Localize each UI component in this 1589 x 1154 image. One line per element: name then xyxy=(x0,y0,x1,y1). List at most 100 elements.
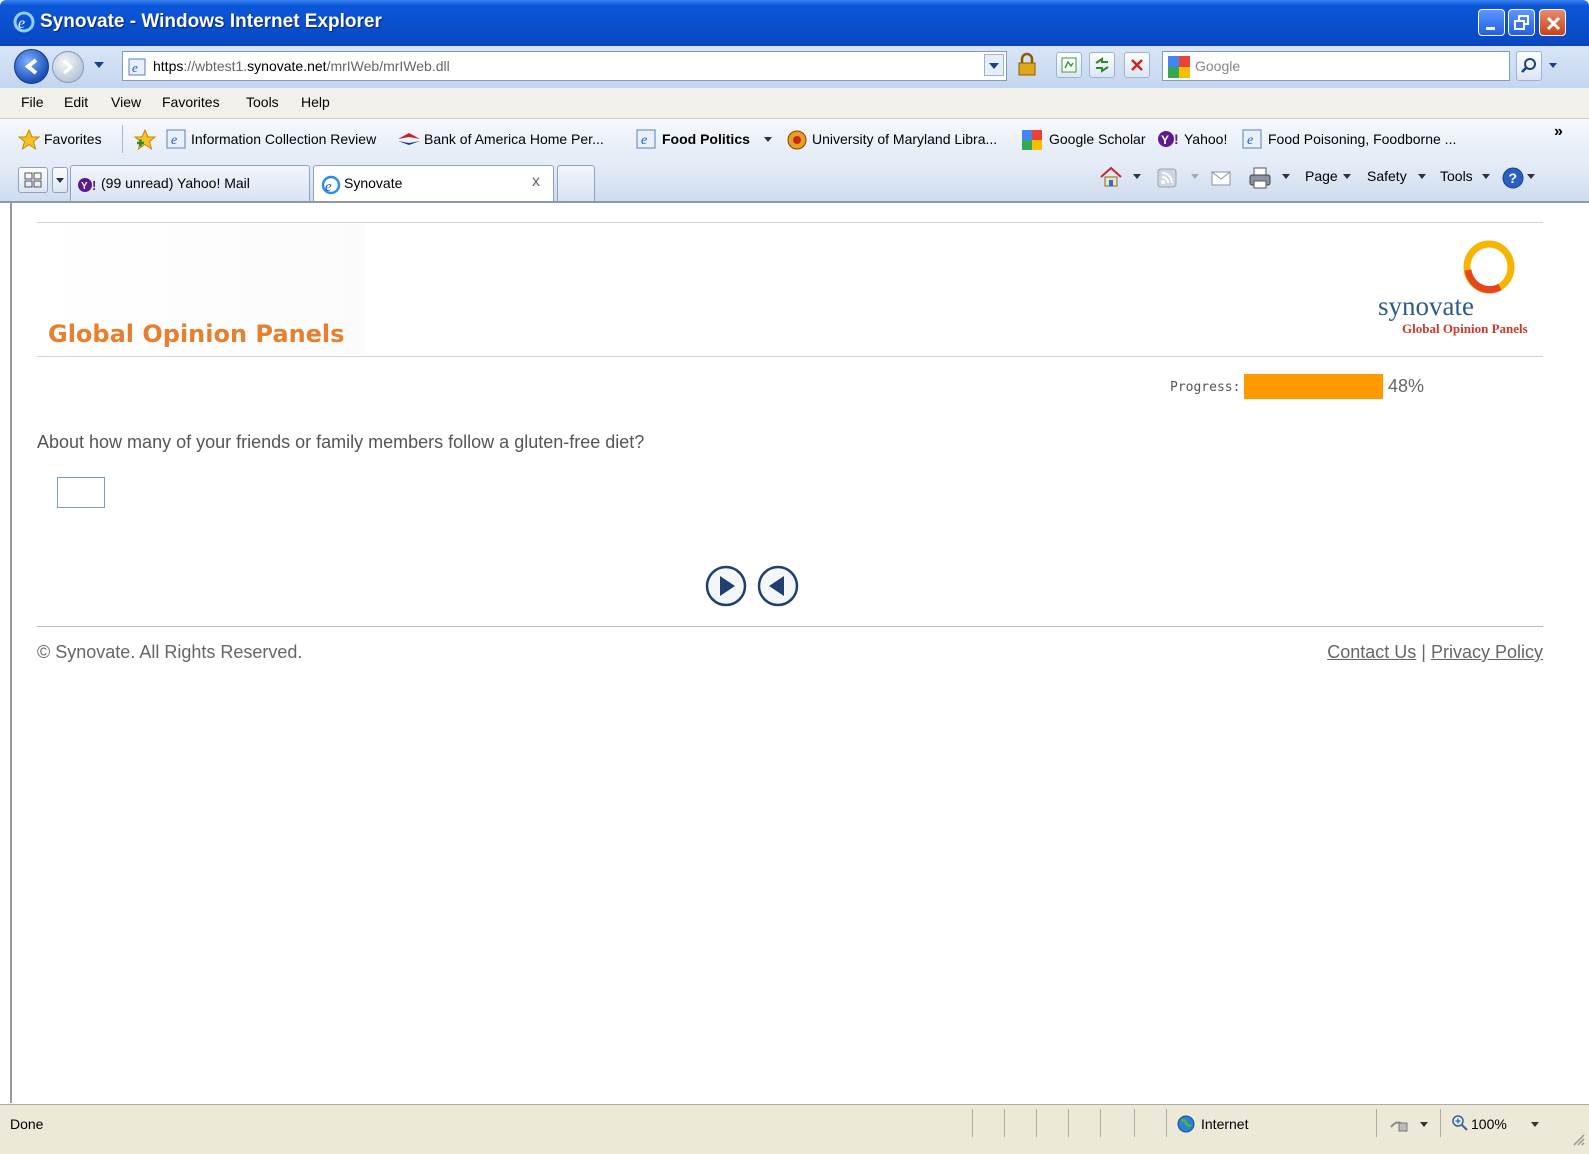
close-icon xyxy=(1546,16,1561,31)
new-tab-button[interactable] xyxy=(557,165,595,201)
tab-synovate[interactable]: e Synovate x xyxy=(313,165,554,201)
chevron-down-icon[interactable] xyxy=(1342,173,1352,181)
menu-bar: File Edit View Favorites Tools Help xyxy=(0,88,1589,119)
zoom-level[interactable]: 100% xyxy=(1471,1116,1507,1132)
chevron-down-icon[interactable] xyxy=(763,136,773,144)
recent-pages-dropdown-icon[interactable] xyxy=(92,60,106,70)
search-options-dropdown-icon[interactable] xyxy=(1546,60,1560,70)
footer-separator: | xyxy=(1421,642,1426,662)
chevron-down-icon[interactable] xyxy=(1526,173,1536,181)
arrow-left-circle-icon xyxy=(757,565,799,607)
tab-list-button[interactable] xyxy=(52,167,68,193)
mail-icon[interactable] xyxy=(1210,167,1232,189)
tools-menu-button[interactable]: Tools xyxy=(1440,168,1473,184)
header-top-rule xyxy=(37,222,1543,223)
stop-button[interactable] xyxy=(1124,52,1150,78)
chevron-down-icon[interactable] xyxy=(1530,1121,1540,1129)
home-icon[interactable] xyxy=(1098,165,1124,189)
status-divider xyxy=(972,1109,973,1137)
svg-text:e: e xyxy=(325,179,332,195)
ie-page-icon: e xyxy=(1242,129,1262,149)
footer-copyright: © Synovate. All Rights Reserved. xyxy=(37,642,303,662)
zoom-icon xyxy=(1452,1115,1468,1131)
resize-grip-icon[interactable] xyxy=(1572,1133,1586,1147)
tab-label: Synovate xyxy=(344,175,403,191)
refresh-icon xyxy=(1095,57,1109,73)
fav-link-yahoo[interactable]: Yahoo! xyxy=(1184,131,1227,147)
page-icon: e xyxy=(128,58,146,76)
favorites-star-icon xyxy=(18,129,40,151)
safety-menu-button[interactable]: Safety xyxy=(1367,168,1407,184)
compatibility-view-button[interactable] xyxy=(1056,52,1082,78)
lock-icon[interactable] xyxy=(1014,52,1040,78)
security-zone-text[interactable]: Internet xyxy=(1201,1116,1248,1132)
print-icon[interactable] xyxy=(1247,165,1273,191)
back-button[interactable] xyxy=(14,49,49,84)
previous-button[interactable] xyxy=(757,565,799,607)
next-button[interactable] xyxy=(705,565,747,607)
menu-help[interactable]: Help xyxy=(301,94,330,110)
tab-close-icon[interactable]: x xyxy=(532,173,540,191)
forward-button[interactable] xyxy=(52,51,84,83)
chevron-down-icon[interactable] xyxy=(1481,173,1491,181)
chevron-down-icon[interactable] xyxy=(1132,173,1142,181)
feeds-icon[interactable] xyxy=(1156,167,1178,189)
address-field[interactable]: e https://wbtest1.synovate.net/mrIWeb/mr… xyxy=(122,51,1007,81)
fav-link-bank-of-america[interactable]: Bank of America Home Per... xyxy=(424,131,604,147)
favorites-overflow-chevron[interactable]: » xyxy=(1554,123,1563,141)
fav-link-university-of-maryland[interactable]: University of Maryland Libra... xyxy=(812,131,997,147)
status-text: Done xyxy=(10,1116,44,1132)
fav-link-information-collection-review[interactable]: Information Collection Review xyxy=(191,131,376,147)
minimize-button[interactable] xyxy=(1478,9,1505,36)
fav-link-food-poisoning[interactable]: Food Poisoning, Foodborne ... xyxy=(1268,131,1456,147)
svg-text:e: e xyxy=(171,133,177,148)
arrow-left-icon xyxy=(24,58,38,75)
address-dropdown-icon[interactable] xyxy=(984,54,1004,76)
status-divider xyxy=(1440,1109,1441,1137)
chevron-down-icon[interactable] xyxy=(1190,173,1200,181)
help-icon[interactable]: ? xyxy=(1500,165,1526,191)
minimize-icon xyxy=(1486,27,1495,30)
fav-link-food-politics[interactable]: Food Politics xyxy=(662,131,750,147)
menu-edit[interactable]: Edit xyxy=(64,94,88,110)
google-search-icon xyxy=(1168,56,1190,78)
search-input[interactable]: Google xyxy=(1162,51,1510,81)
protected-mode-icon[interactable] xyxy=(1388,1115,1414,1133)
search-go-button[interactable] xyxy=(1516,51,1542,81)
add-to-favorites-icon[interactable] xyxy=(134,129,156,151)
menu-tools[interactable]: Tools xyxy=(246,94,279,110)
privacy-policy-link[interactable]: Privacy Policy xyxy=(1431,642,1543,662)
status-bar: Done Internet 100% xyxy=(0,1104,1589,1154)
menu-file[interactable]: File xyxy=(21,94,44,110)
svg-text:!: ! xyxy=(92,178,96,193)
favorites-button[interactable]: Favorites xyxy=(44,131,102,147)
menu-favorites[interactable]: Favorites xyxy=(162,94,220,110)
yahoo-icon: Y! xyxy=(78,178,96,193)
svg-text:Y: Y xyxy=(1161,133,1169,147)
internet-globe-icon xyxy=(1177,1115,1195,1133)
ie-logo-icon: e xyxy=(321,175,341,195)
refresh-button[interactable] xyxy=(1089,52,1115,78)
status-divider xyxy=(1036,1109,1037,1137)
quick-tabs-icon xyxy=(24,172,42,188)
restore-button[interactable] xyxy=(1508,9,1535,36)
menu-view[interactable]: View xyxy=(111,94,141,110)
svg-text:!: ! xyxy=(1174,131,1179,147)
header-bottom-rule xyxy=(37,356,1543,357)
contact-us-link[interactable]: Contact Us xyxy=(1327,642,1416,662)
quick-tabs-button[interactable] xyxy=(18,167,48,193)
stop-icon xyxy=(1131,59,1143,71)
svg-text:Y: Y xyxy=(81,181,88,192)
status-divider xyxy=(1134,1109,1135,1137)
svg-text:e: e xyxy=(641,133,647,148)
title-bar[interactable]: e Synovate - Windows Internet Explorer xyxy=(0,0,1589,46)
page-menu-button[interactable]: Page xyxy=(1305,168,1338,184)
compatibility-icon xyxy=(1061,57,1077,73)
fav-link-google-scholar[interactable]: Google Scholar xyxy=(1049,131,1146,147)
close-window-button[interactable] xyxy=(1539,9,1566,36)
chevron-down-icon[interactable] xyxy=(1281,173,1291,181)
chevron-down-icon[interactable] xyxy=(1419,1121,1429,1129)
chevron-down-icon[interactable] xyxy=(1417,173,1427,181)
tab-yahoo-mail[interactable]: Y! (99 unread) Yahoo! Mail xyxy=(70,165,310,201)
answer-input[interactable] xyxy=(57,477,105,508)
